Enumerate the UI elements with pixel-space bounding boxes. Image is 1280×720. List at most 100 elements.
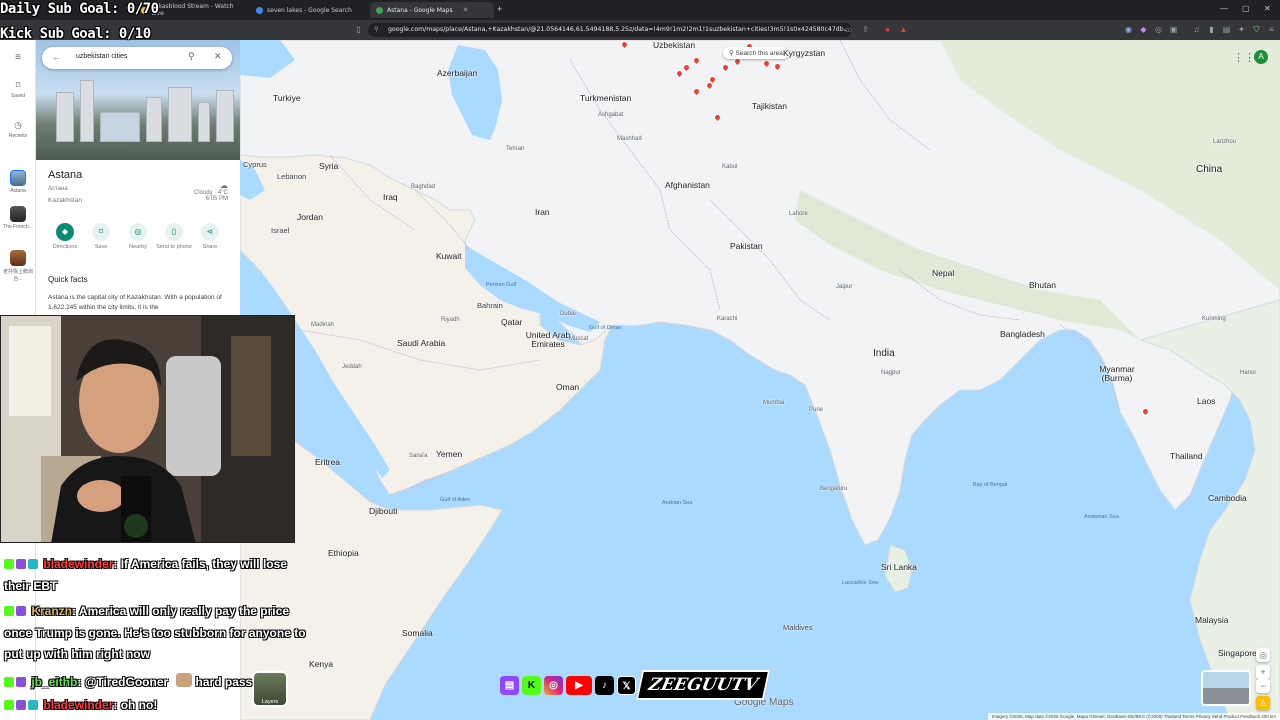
browser-menu-icon[interactable]: ≡ — [1267, 25, 1276, 34]
close-icon[interactable]: ✕ — [214, 51, 222, 62]
chat-text: : If America fails, they will lose — [113, 557, 287, 571]
share-icon: ⋖ — [201, 223, 219, 241]
chat-text-continued: once Trump is gone. He's too stubborn fo… — [4, 626, 306, 640]
rail-item-recents[interactable]: ◷ Recents — [0, 120, 36, 139]
pegman-icon[interactable]: ♙ — [1256, 696, 1270, 710]
zoom-out-button[interactable]: − — [1256, 679, 1270, 693]
extension-icon[interactable]: ◉ — [1124, 25, 1133, 34]
map-label: Ashgabat — [598, 112, 624, 118]
chat-text: hard pass — [195, 675, 253, 689]
map-label: India — [873, 348, 895, 359]
map-label: Singapore — [1218, 648, 1257, 658]
map-label: Lebanon — [277, 172, 307, 181]
action-label: Send to phone — [156, 244, 192, 250]
rail-item-french[interactable]: The French... — [0, 206, 36, 230]
extensions-puzzle-icon[interactable]: ✦ — [1237, 25, 1246, 34]
action-label: Save — [94, 244, 108, 250]
share-page-icon[interactable]: ⇪ — [861, 25, 870, 34]
map-label: Afghanistan — [665, 180, 710, 190]
map-label: Laos — [1197, 396, 1216, 406]
shield-icon[interactable]: ⛉ — [1252, 25, 1261, 34]
map-label: Jaipur — [836, 284, 853, 290]
map-label: Kuwait — [436, 251, 462, 261]
twitch-icon: ▤ — [500, 675, 519, 695]
share-button[interactable]: ⋖ Share — [192, 223, 228, 250]
extension-icon[interactable]: ◎ — [1154, 25, 1163, 34]
install-app-icon[interactable]: ▭ — [844, 25, 853, 34]
account-avatar[interactable]: A — [1254, 50, 1268, 64]
rail-item-astana[interactable]: Astana — [0, 170, 36, 194]
extension-icon[interactable]: ▣ — [1169, 25, 1178, 34]
search-input[interactable]: uzbekistan cities — [76, 53, 127, 60]
chat-text-continued: put up with him right now — [4, 647, 150, 661]
map-label: Sana'a — [409, 453, 428, 459]
my-location-icon[interactable]: ◎ — [1256, 648, 1270, 662]
site-info-icon[interactable]: ⚲ — [374, 23, 379, 37]
address-bar[interactable]: ⚲ google.com/maps/place/Astana,+Kazakhst… — [368, 23, 852, 37]
x-icon: 𝕏 — [617, 675, 636, 695]
rail-item-recent[interactable]: 老井陈上鹅圳 台... — [0, 250, 36, 282]
google-apps-icon[interactable]: ⋮⋮ — [1233, 51, 1255, 64]
map-label: Turkiye — [273, 93, 301, 103]
map-label: Turkmenistan — [580, 93, 632, 103]
sidebar-icon[interactable]: ▮ — [1207, 25, 1216, 34]
sub-badge-icon — [16, 700, 26, 710]
map-label: Hanoi — [1240, 370, 1256, 376]
kick-badge-icon — [4, 559, 14, 569]
directions-button[interactable]: ◆ Directions — [47, 223, 83, 250]
place-native-name: Астана — [48, 186, 68, 192]
media-icon[interactable]: ♫ — [1192, 25, 1201, 34]
back-arrow-icon[interactable]: ← — [52, 52, 61, 62]
map-label: Bhutan — [1029, 280, 1056, 290]
close-tab-icon[interactable]: ✕ — [463, 6, 469, 14]
layers-button[interactable]: Layers — [252, 671, 288, 707]
rail-label: Recents — [8, 133, 28, 139]
bookmark-page-icon[interactable]: ▯ — [354, 25, 363, 34]
kick-icon: K — [522, 675, 541, 695]
recent-thumb-icon — [10, 250, 26, 266]
weather-time: 6:05 PM — [205, 196, 228, 202]
layers-label: Layers — [261, 699, 279, 705]
mod-badge-icon — [28, 559, 38, 569]
building-shape — [198, 102, 210, 142]
map-label: Bengaluru — [820, 486, 848, 492]
map-label: Syria — [319, 161, 339, 171]
map-label: Tajikistan — [752, 101, 787, 111]
map-label: Oman — [556, 382, 580, 392]
map-label: Kenya — [309, 659, 334, 669]
map-label: Qatar — [501, 317, 523, 327]
extension-alert-icon[interactable]: ▲ — [899, 25, 908, 34]
save-button[interactable]: ⌑ Save — [83, 223, 119, 250]
extension-icon[interactable]: ● — [883, 25, 892, 34]
tab-google-search[interactable]: seven lakes - Google Search — [250, 2, 368, 18]
chat-username: bladewinder — [43, 698, 114, 712]
chat-text: : @TiredGooner — [77, 675, 169, 689]
menu-icon[interactable]: ≡ — [0, 52, 36, 63]
new-tab-button[interactable]: + — [497, 4, 502, 14]
send-to-phone-button[interactable]: ▯ Send to phone — [156, 223, 192, 250]
place-title: Astana — [48, 169, 83, 181]
map-label: Andaman Sea — [1084, 514, 1119, 520]
map-canvas[interactable]: ⚲ Search this area Uzbekistan Kyrgyzstan… — [240, 40, 1280, 720]
rail-label: The French... — [3, 224, 33, 230]
extension-icon[interactable]: ◆ — [1139, 25, 1148, 34]
map-label: Sri Lanka — [881, 562, 917, 572]
search-this-area-button[interactable]: ⚲ Search this area — [723, 47, 789, 59]
search-icon[interactable]: ⚲ — [188, 51, 195, 62]
cloud-icon: ☁ — [220, 181, 228, 190]
tab-search-icon[interactable]: ▤ — [1222, 25, 1231, 34]
close-window-icon[interactable]: ✕ — [1264, 4, 1271, 13]
zoom-in-button[interactable]: + — [1256, 665, 1270, 679]
minimize-icon[interactable]: — — [1220, 4, 1228, 13]
map-label: Baghdad — [411, 184, 436, 190]
rail-label: 老井陈上鹅圳 台... — [2, 269, 33, 282]
search-box[interactable]: ← uzbekistan cities ⚲ ✕ — [42, 47, 232, 69]
rail-item-saved[interactable]: ⌑ Saved — [0, 80, 36, 99]
maximize-icon[interactable]: ▢ — [1242, 4, 1250, 13]
map-label: Thailand — [1170, 451, 1203, 461]
street-view-thumbnail[interactable] — [1201, 670, 1251, 706]
tab-google-maps[interactable]: Astana - Google Maps ✕ — [370, 2, 494, 18]
url-text: google.com/maps/place/Astana,+Kazakhstan… — [388, 26, 850, 33]
map-label: Pakistan — [730, 241, 763, 251]
nearby-button[interactable]: ◎ Nearby — [120, 223, 156, 250]
